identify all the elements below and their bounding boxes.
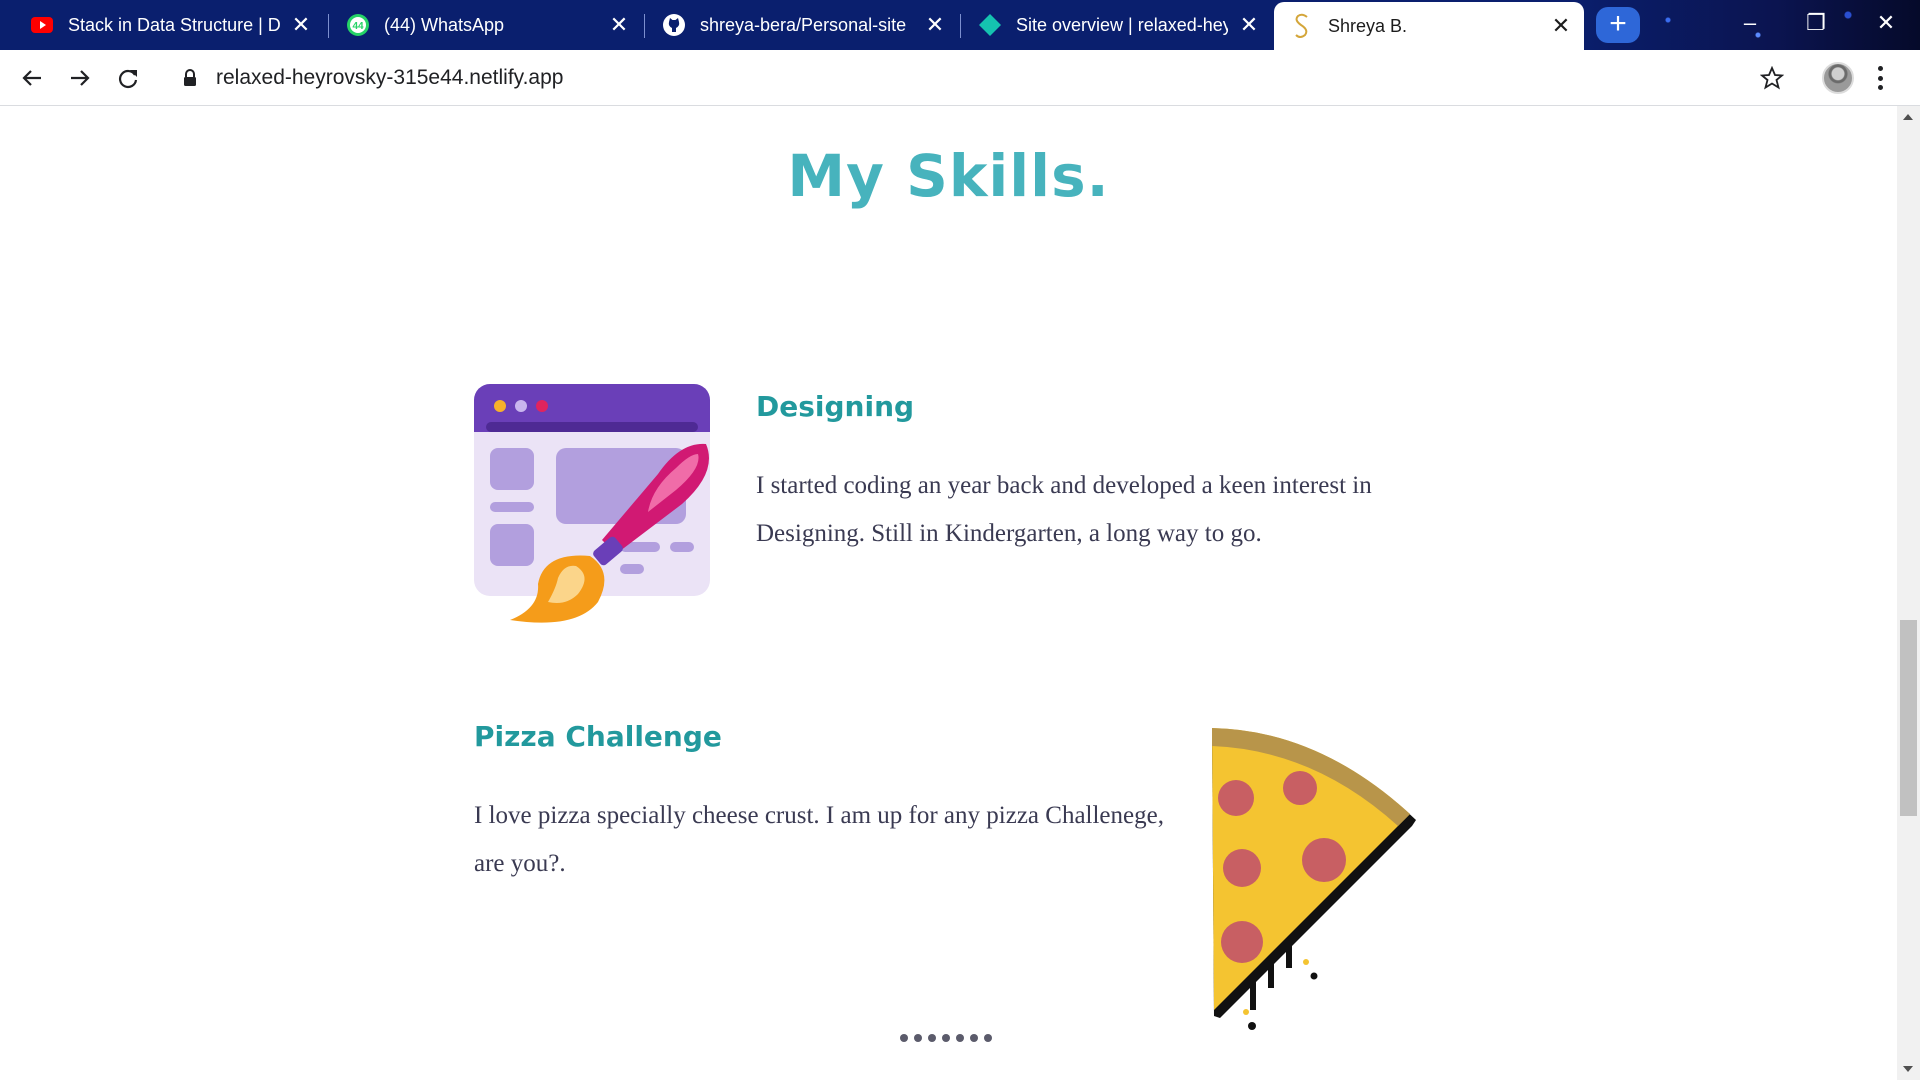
pagination-dot (942, 1034, 950, 1042)
back-arrow-icon[interactable] (14, 60, 50, 96)
tab-netlify[interactable]: Site overview | relaxed-heyrovsky ✕ (962, 6, 1272, 44)
pagination-dot (914, 1034, 922, 1042)
close-tab-icon[interactable]: ✕ (922, 12, 948, 38)
pagination-dots (900, 1034, 992, 1042)
design-brush-icon (474, 384, 710, 623)
bookmark-star-icon[interactable] (1759, 65, 1785, 90)
svg-text:44: 44 (352, 21, 364, 32)
scrollbar-thumb[interactable] (1900, 620, 1917, 816)
forward-arrow-icon[interactable] (62, 60, 98, 96)
tab-title: Stack in Data Structure | Data (68, 14, 280, 35)
close-tab-icon[interactable]: ✕ (1236, 12, 1262, 38)
tab-title: shreya-bera/Personal-site (700, 14, 907, 35)
tab-separator (328, 14, 329, 38)
close-window-icon[interactable]: ✕ (1858, 6, 1914, 40)
tab-youtube[interactable]: Stack in Data Structure | Data ✕ (14, 6, 324, 44)
scroll-up-arrow-icon[interactable] (1903, 114, 1913, 120)
address-bar[interactable]: relaxed-heyrovsky-315e44.netlify.app (164, 58, 1804, 98)
skill-description-line: Designing. Still in Kindergarten, a long… (756, 520, 1262, 547)
browser-toolbar: relaxed-heyrovsky-315e44.netlify.app (0, 50, 1920, 106)
section-title: My Skills. (787, 142, 1110, 210)
pagination-dot (928, 1034, 936, 1042)
lock-icon (180, 69, 200, 87)
skill-description-line: I love pizza specially cheese crust. I a… (474, 802, 1164, 829)
skill-description-line: are you?. (474, 850, 566, 877)
url-text: relaxed-heyrovsky-315e44.netlify.app (216, 66, 564, 89)
tab-strip: Stack in Data Structure | Data ✕ 44 (44)… (0, 0, 1920, 50)
close-tab-icon[interactable]: ✕ (1548, 13, 1574, 39)
site-s-icon (1290, 13, 1314, 38)
scroll-down-arrow-icon[interactable] (1903, 1066, 1913, 1072)
tab-title: Site overview | relaxed-heyrovsky (1016, 14, 1228, 35)
new-tab-button[interactable]: + (1596, 7, 1640, 43)
page-content: My Skills. Designing I started coding an… (0, 106, 1897, 1080)
pizza-slice-icon (1212, 728, 1416, 1030)
close-tab-icon[interactable]: ✕ (606, 12, 632, 38)
tab-shreya[interactable]: Shreya B. ✕ (1274, 2, 1584, 50)
skill-heading: Pizza Challenge (474, 720, 722, 753)
whatsapp-icon: 44 (346, 13, 370, 37)
page-scrollbar[interactable] (1897, 106, 1920, 1080)
pagination-dot (900, 1034, 908, 1042)
restore-icon[interactable]: ❐ (1788, 6, 1844, 40)
tab-github[interactable]: shreya-bera/Personal-site ✕ (646, 6, 958, 44)
pagination-dot (984, 1034, 992, 1042)
skill-description-line: I started coding an year back and develo… (756, 472, 1372, 499)
tab-separator (960, 14, 961, 38)
netlify-icon (978, 13, 1002, 37)
menu-kebab-icon[interactable] (1876, 66, 1884, 90)
profile-avatar[interactable] (1822, 62, 1854, 94)
tab-title: (44) WhatsApp (384, 14, 505, 35)
reload-icon[interactable] (110, 60, 146, 96)
tab-separator (644, 14, 645, 38)
tab-title: Shreya B. (1328, 15, 1408, 36)
tab-whatsapp[interactable]: 44 (44) WhatsApp ✕ (330, 6, 642, 44)
skill-heading: Designing (756, 390, 915, 423)
youtube-icon (30, 13, 54, 37)
github-icon (662, 13, 686, 37)
minimize-icon[interactable]: – (1722, 6, 1778, 40)
pagination-dot (970, 1034, 978, 1042)
close-tab-icon[interactable]: ✕ (288, 12, 314, 38)
pagination-dot (956, 1034, 964, 1042)
